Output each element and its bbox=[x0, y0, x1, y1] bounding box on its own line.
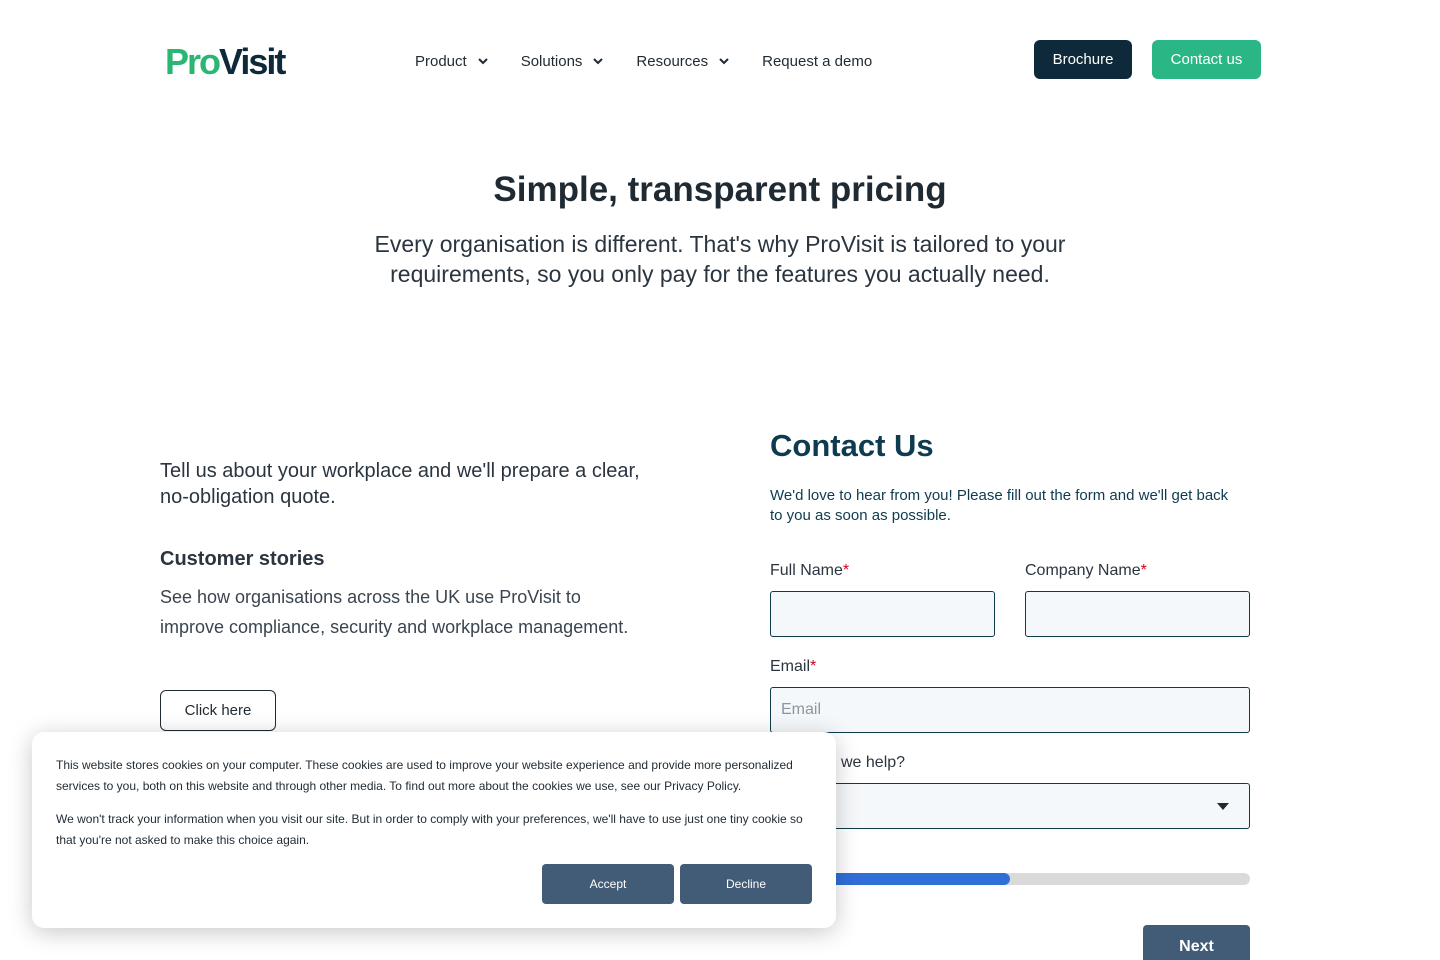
logo-visit-text: Visit bbox=[219, 41, 286, 82]
page-subtitle: Every organisation is different. That's … bbox=[374, 231, 1066, 287]
accept-cookies-button[interactable]: Accept bbox=[542, 864, 674, 904]
caret-down-icon bbox=[1217, 803, 1229, 810]
customer-stories-title: Customer stories bbox=[160, 548, 325, 570]
nav-product[interactable]: Product bbox=[415, 50, 489, 72]
nav-resources[interactable]: Resources bbox=[636, 50, 730, 72]
help-label: we help? bbox=[841, 754, 906, 771]
contact-us-button[interactable]: Contact us bbox=[1152, 40, 1261, 79]
cookie-text-1: This website stores cookies on your comp… bbox=[56, 758, 793, 793]
full-name-input[interactable] bbox=[770, 591, 995, 637]
chevron-down-icon bbox=[477, 58, 488, 65]
required-mark: * bbox=[842, 562, 850, 579]
nav-resources-label: Resources bbox=[636, 52, 709, 70]
chevron-down-icon bbox=[593, 58, 604, 65]
click-here-button[interactable]: Click here bbox=[160, 690, 276, 731]
chevron-down-icon bbox=[719, 58, 729, 65]
form-progress-bar bbox=[770, 873, 1250, 885]
email-label-text: Email bbox=[770, 658, 811, 675]
main-nav: Product Solutions Resources Request a de… bbox=[415, 50, 872, 72]
logo-pro-text: Pro bbox=[165, 41, 221, 82]
form-description: We'd love to hear from you! Please fill … bbox=[770, 487, 1229, 524]
nav-request-demo[interactable]: Request a demo bbox=[762, 50, 872, 72]
customer-stories-text: See how organisations across the UK use … bbox=[160, 587, 629, 637]
email-input[interactable] bbox=[770, 687, 1250, 733]
nav-request-demo-label: Request a demo bbox=[762, 52, 873, 70]
quote-intro: Tell us about your workplace and we'll p… bbox=[160, 460, 640, 508]
provisit-logo[interactable]: Pro Visit bbox=[165, 40, 286, 82]
decline-cookies-button[interactable]: Decline bbox=[680, 864, 812, 904]
full-name-label: Full Name* bbox=[770, 562, 849, 580]
cookie-banner: This website stores cookies on your comp… bbox=[32, 732, 836, 928]
brochure-button[interactable]: Brochure bbox=[1034, 40, 1132, 79]
nav-product-label: Product bbox=[415, 52, 467, 70]
company-name-label: Company Name* bbox=[1025, 562, 1147, 580]
full-name-label-text: Full Name bbox=[770, 562, 843, 579]
next-button[interactable]: Next bbox=[1143, 925, 1250, 960]
nav-solutions-label: Solutions bbox=[520, 52, 583, 70]
email-label: Email* bbox=[770, 658, 816, 676]
form-title: Contact Us bbox=[770, 428, 934, 463]
page-title: Simple, transparent pricing bbox=[493, 170, 947, 209]
nav-solutions[interactable]: Solutions bbox=[521, 50, 605, 72]
required-mark: * bbox=[1140, 562, 1147, 579]
company-name-label-text: Company Name bbox=[1025, 562, 1141, 579]
cookie-text-2: We won't track your information when you… bbox=[56, 812, 803, 847]
company-name-input[interactable] bbox=[1025, 591, 1250, 637]
help-select[interactable] bbox=[770, 783, 1250, 829]
required-mark: * bbox=[810, 658, 817, 675]
